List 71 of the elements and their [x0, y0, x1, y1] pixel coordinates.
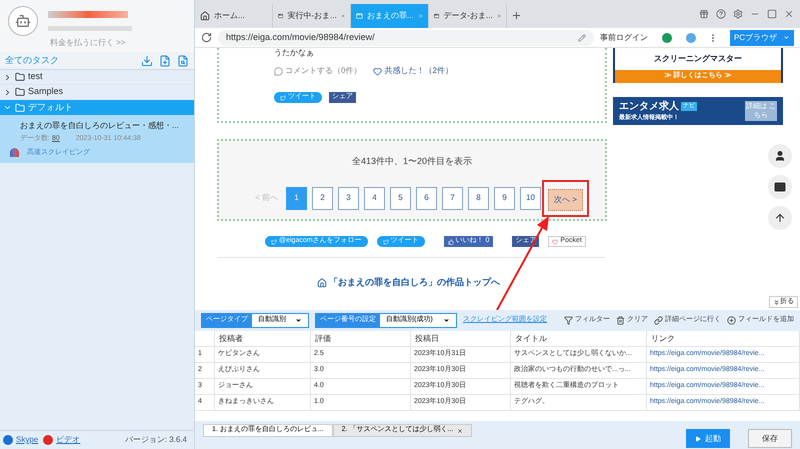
double-chevron-icon	[773, 298, 780, 306]
page-button[interactable]: 5	[390, 186, 411, 210]
folder-icon	[15, 87, 25, 97]
pencil-icon[interactable]	[578, 34, 586, 42]
bird-icon	[280, 94, 286, 100]
page-button[interactable]: 6	[416, 186, 437, 210]
skype-icon	[3, 435, 13, 445]
heart-icon	[373, 66, 382, 76]
add-icon	[727, 316, 736, 325]
search-task-icon[interactable]	[177, 54, 189, 66]
avatar-icon	[8, 6, 38, 36]
review-text: うたかなぁ	[274, 48, 315, 58]
gift-icon[interactable]	[699, 9, 709, 19]
bird-icon	[382, 238, 389, 244]
caret-icon	[295, 317, 302, 324]
extension-icon[interactable]	[662, 32, 672, 42]
column-header[interactable]: タイトル	[511, 331, 647, 346]
play-icon	[695, 436, 701, 442]
thumbs-up-icon	[448, 238, 454, 244]
window-icon	[278, 11, 284, 21]
page-button[interactable]: 7	[442, 186, 463, 210]
page-button[interactable]: 3	[338, 186, 359, 210]
page-button[interactable]: 9	[494, 186, 515, 210]
heart-icon	[552, 238, 558, 244]
comment-icon	[274, 66, 283, 76]
save-button[interactable]: 保存	[748, 429, 792, 448]
scroll-top-icon[interactable]	[768, 206, 792, 230]
task-title: おまえの罪を自白しろのレビュー・感想・...	[20, 120, 179, 132]
caret-icon	[443, 317, 450, 324]
window-icon	[434, 11, 440, 21]
maximize-icon[interactable]	[767, 9, 777, 19]
folder-icon	[15, 102, 25, 112]
tree-item[interactable]: test	[0, 70, 194, 85]
result-summary: 全413件中、1〜20件目を表示	[352, 155, 472, 168]
bird-icon	[271, 238, 277, 244]
column-header[interactable]: 評価	[311, 331, 411, 346]
column-header[interactable]: リンク	[647, 331, 800, 346]
comment-link[interactable]: コメントする（0件）	[285, 65, 362, 77]
settings-icon[interactable]	[733, 9, 743, 19]
page-button[interactable]: 10	[520, 186, 541, 210]
column-header[interactable]: 投稿者	[215, 331, 311, 346]
caret-icon	[783, 34, 790, 41]
close-icon[interactable]	[457, 428, 464, 434]
filter-icon	[564, 316, 573, 325]
help-icon[interactable]	[716, 9, 726, 19]
home-icon	[317, 278, 327, 288]
import-icon[interactable]	[141, 54, 153, 66]
version-text: バージョン: 3.6.4	[124, 434, 187, 446]
next-button[interactable]: 次へ >	[548, 188, 583, 210]
address-bar[interactable]: https://eiga.com/movie/98984/review/	[218, 30, 594, 46]
page-button[interactable]: 8	[468, 186, 489, 210]
footer-link[interactable]: Skype	[16, 434, 38, 446]
column-header[interactable]: 投稿日	[411, 331, 511, 346]
new-tab-icon[interactable]	[511, 10, 522, 21]
trash-icon	[616, 316, 625, 325]
work-top-link[interactable]: 「おまえの罪を自白しろ」の作品トップへ	[329, 276, 500, 290]
page-button[interactable]: 4	[364, 186, 385, 210]
profile-icon[interactable]	[768, 144, 792, 168]
reload-icon[interactable]	[201, 32, 212, 43]
link-icon	[654, 316, 663, 325]
footer-link[interactable]: ビデオ	[56, 434, 80, 446]
home-icon	[200, 11, 210, 21]
empathy-link[interactable]: 共感した！（2件）	[384, 65, 453, 77]
extension-icon[interactable]	[686, 32, 696, 42]
new-task-icon[interactable]	[159, 54, 171, 66]
login-button[interactable]: 事前ログイン	[600, 32, 648, 44]
folder-icon	[15, 72, 25, 82]
video-icon	[43, 435, 54, 445]
window-icon	[356, 11, 363, 21]
page-button[interactable]: 2	[312, 186, 333, 210]
speed-icon	[10, 148, 19, 158]
